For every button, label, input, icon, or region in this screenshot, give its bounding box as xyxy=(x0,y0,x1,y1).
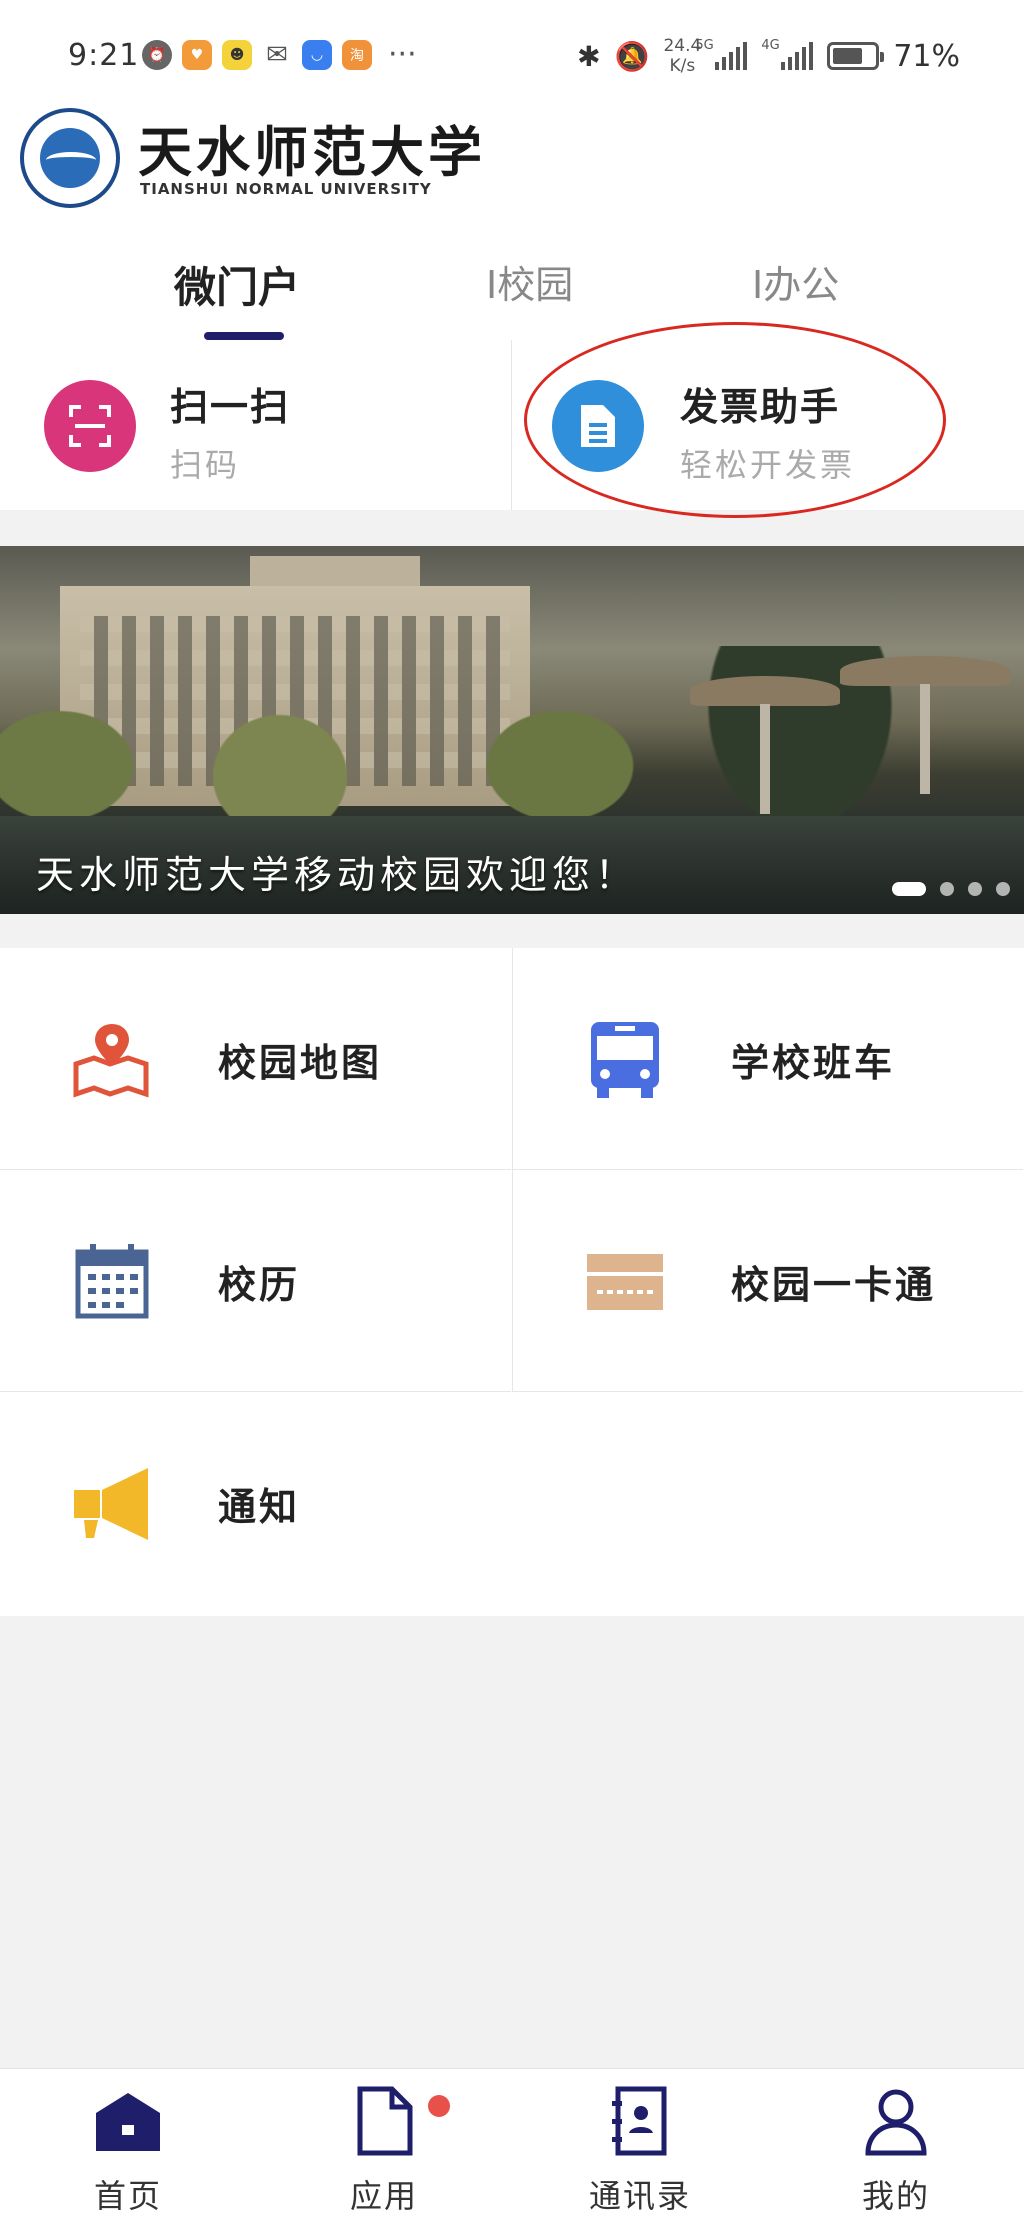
app-blue-icon: ◡ xyxy=(302,40,332,70)
document-icon xyxy=(552,380,644,472)
speed-unit: K/s xyxy=(669,56,696,76)
school-bus-label: 学校班车 xyxy=(731,1041,896,1085)
mute-icon: 🔕 xyxy=(614,39,650,73)
quick-actions: 扫一扫 扫码 发票助手 轻松开发票 xyxy=(0,340,1024,510)
bottom-nav: 首页 应用 通讯录 我的 xyxy=(0,2068,1024,2218)
campus-card-label: 校园一卡通 xyxy=(731,1263,937,1307)
more-notifications-icon: ··· xyxy=(388,37,417,72)
school-calendar-label: 校历 xyxy=(218,1263,301,1307)
grid-item-notice[interactable]: 通知 xyxy=(0,1392,1024,1614)
carousel-indicators xyxy=(892,882,1010,896)
app-header: 天水师范大学 TIANSHUI NORMAL UNIVERSITY xyxy=(0,100,1024,230)
banner-pavilion-pole-1 xyxy=(760,704,770,814)
banner-pavilion-2 xyxy=(840,656,1010,686)
tab-i-campus[interactable]: I校园 xyxy=(486,254,573,309)
service-grid: 校园地图 学校班车 校历 校园一卡通 通知 xyxy=(0,948,1024,1616)
invoice-assistant-action[interactable]: 发票助手 轻松开发票 xyxy=(512,340,1024,510)
signal-4g-icon: 4G xyxy=(761,38,814,70)
bus-icon xyxy=(591,1022,659,1098)
bluetooth-icon: ✱ xyxy=(577,39,601,73)
school-name: 天水师范大学 xyxy=(138,120,486,184)
calendar-icon xyxy=(75,1244,149,1319)
tab-micro-portal[interactable]: 微门户 xyxy=(174,254,300,315)
carousel-dot[interactable] xyxy=(968,882,982,896)
grid-item-campus-map[interactable]: 校园地图 xyxy=(0,948,511,1170)
carousel-dot[interactable] xyxy=(892,882,926,896)
home-icon xyxy=(96,2093,160,2151)
invoice-subtitle: 轻松开发票 xyxy=(680,446,856,484)
scan-subtitle: 扫码 xyxy=(170,446,241,484)
campus-map-label: 校园地图 xyxy=(218,1041,383,1085)
scan-title: 扫一扫 xyxy=(170,385,291,429)
taobao-icon: 淘 xyxy=(342,40,372,70)
status-bar: 9:21 ⏰ ♥ ☻ ✉ ◡ 淘 ··· ✱ 🔕 24.4 K/s 5G 4G … xyxy=(0,0,1024,100)
alarm-icon: ⏰ xyxy=(142,40,172,70)
scan-icon xyxy=(44,380,136,472)
wechat-icon: ✉ xyxy=(262,40,292,70)
tab-i-office[interactable]: I办公 xyxy=(752,254,839,309)
nav-profile[interactable]: 我的 xyxy=(768,2069,1024,2218)
battery-percent: 71% xyxy=(893,38,960,74)
nav-contacts[interactable]: 通讯录 xyxy=(512,2069,768,2218)
nav-home-label: 首页 xyxy=(93,2177,162,2215)
invoice-title: 发票助手 xyxy=(680,385,841,429)
active-tab-indicator xyxy=(204,332,284,340)
signal-5g-icon: 5G xyxy=(695,38,748,70)
net-tag-4g: 4G xyxy=(761,38,780,53)
nav-contacts-label: 通讯录 xyxy=(588,2177,691,2215)
carousel-dot[interactable] xyxy=(940,882,954,896)
notice-label: 通知 xyxy=(218,1485,301,1529)
grid-item-campus-card[interactable]: 校园一卡通 xyxy=(512,1170,1023,1392)
app-orange-icon: ♥ xyxy=(182,40,212,70)
net-tag-5g: 5G xyxy=(695,38,714,53)
grid-item-school-calendar[interactable]: 校历 xyxy=(0,1170,511,1392)
status-right: ✱ 🔕 24.4 K/s 5G 4G 71% xyxy=(577,36,960,76)
campus-banner[interactable]: 天水师范大学移动校园欢迎您！ xyxy=(0,546,1024,914)
battery-icon xyxy=(827,42,885,70)
contacts-icon xyxy=(612,2086,667,2156)
carousel-dot[interactable] xyxy=(996,882,1010,896)
map-pin-icon xyxy=(73,1024,149,1098)
apps-icon xyxy=(357,2086,413,2156)
top-tabs: 微门户 I校园 I办公 xyxy=(0,230,1024,340)
nav-home[interactable]: 首页 xyxy=(0,2069,256,2218)
banner-pavilion-1 xyxy=(690,676,840,706)
grid-item-school-bus[interactable]: 学校班车 xyxy=(512,948,1023,1170)
scan-action[interactable]: 扫一扫 扫码 xyxy=(0,340,511,510)
university-logo xyxy=(20,108,120,208)
banner-caption: 天水师范大学移动校园欢迎您！ xyxy=(36,853,639,897)
megaphone-icon xyxy=(74,1468,148,1540)
card-icon xyxy=(587,1254,663,1310)
notification-badge xyxy=(428,2095,450,2117)
notification-icons: ⏰ ♥ ☻ ✉ ◡ 淘 ··· xyxy=(142,40,417,70)
profile-icon xyxy=(865,2089,927,2156)
school-name-en: TIANSHUI NORMAL UNIVERSITY xyxy=(140,180,432,198)
nav-profile-label: 我的 xyxy=(861,2177,930,2215)
app-yellow-icon: ☻ xyxy=(222,40,252,70)
status-time: 9:21 xyxy=(68,38,140,73)
nav-apps[interactable]: 应用 xyxy=(256,2069,512,2218)
nav-apps-label: 应用 xyxy=(349,2177,418,2215)
banner-pavilion-pole-2 xyxy=(920,684,930,794)
